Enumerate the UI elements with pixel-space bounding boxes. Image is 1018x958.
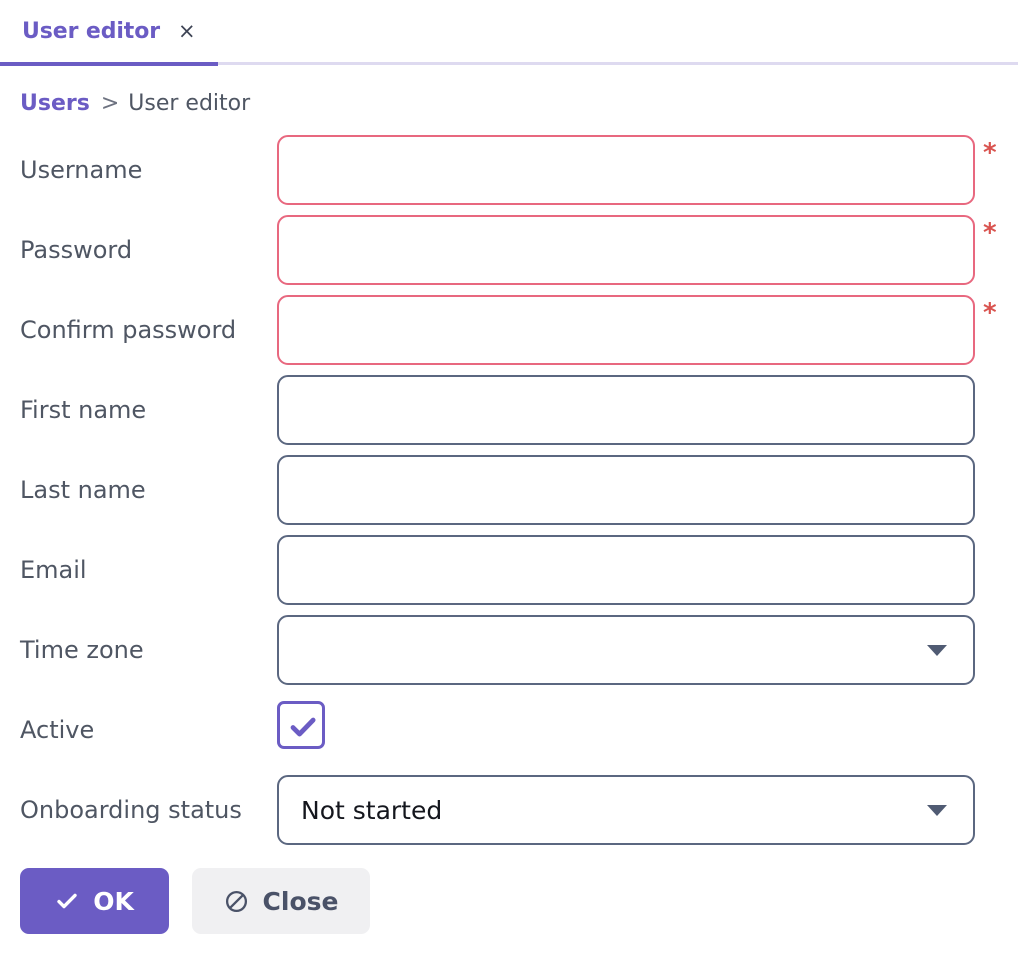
text-field[interactable] xyxy=(277,295,975,365)
form-row: Onboarding status Not started xyxy=(0,770,1018,850)
field-label: Password xyxy=(20,236,133,264)
field-label: Time zone xyxy=(20,636,144,664)
form-row: Last name xyxy=(0,450,1018,530)
select-value: Not started xyxy=(301,795,443,825)
chevron-down-icon[interactable] xyxy=(927,805,947,816)
text-field[interactable] xyxy=(277,375,975,445)
breadcrumb: Users > User editor xyxy=(20,86,250,120)
field-label: Onboarding status xyxy=(20,796,242,824)
breadcrumb-current: User editor xyxy=(128,90,251,116)
text-field[interactable] xyxy=(277,455,975,525)
close-icon[interactable]: × xyxy=(178,20,196,42)
breadcrumb-separator: > xyxy=(100,90,120,116)
form-row: Email xyxy=(0,530,1018,610)
text-field[interactable] xyxy=(277,535,975,605)
ok-button-label: OK xyxy=(93,886,134,916)
tab-active-underline xyxy=(0,62,218,66)
field-label: Last name xyxy=(20,476,146,504)
field-label: Username xyxy=(20,156,143,184)
field-label: Email xyxy=(20,556,87,584)
form-row: Active xyxy=(0,690,1018,770)
required-asterisk: * xyxy=(983,298,997,328)
select-field[interactable] xyxy=(277,615,975,685)
required-asterisk: * xyxy=(983,138,997,168)
form-row: Confirm password * xyxy=(0,290,1018,370)
chevron-down-icon[interactable] xyxy=(927,645,947,656)
close-button[interactable]: Close xyxy=(192,868,370,934)
user-editor-form: Username * Password * Confirm password * First… xyxy=(0,130,1018,850)
ban-icon xyxy=(224,889,249,914)
active-checkbox[interactable] xyxy=(277,701,325,749)
field-label: First name xyxy=(20,396,147,424)
form-action-bar: OK Close xyxy=(0,868,1018,938)
required-asterisk: * xyxy=(983,218,997,248)
field-label: Confirm password xyxy=(20,316,237,344)
tab-label: User editor xyxy=(22,18,160,44)
form-row: First name xyxy=(0,370,1018,450)
close-button-label: Close xyxy=(262,886,339,916)
ok-button[interactable]: OK xyxy=(20,868,169,934)
tab-user-editor[interactable]: User editor × xyxy=(0,0,218,62)
check-icon xyxy=(290,717,316,737)
select-field[interactable]: Not started xyxy=(277,775,975,845)
text-field[interactable] xyxy=(277,135,975,205)
text-field[interactable] xyxy=(277,215,975,285)
form-row: Username * xyxy=(0,130,1018,210)
form-row: Password * xyxy=(0,210,1018,290)
check-icon xyxy=(55,889,79,913)
breadcrumb-link-users[interactable]: Users xyxy=(20,91,90,116)
tab-bar: User editor × xyxy=(0,0,1018,66)
field-label: Active xyxy=(20,716,95,744)
form-row: Time zone xyxy=(0,610,1018,690)
